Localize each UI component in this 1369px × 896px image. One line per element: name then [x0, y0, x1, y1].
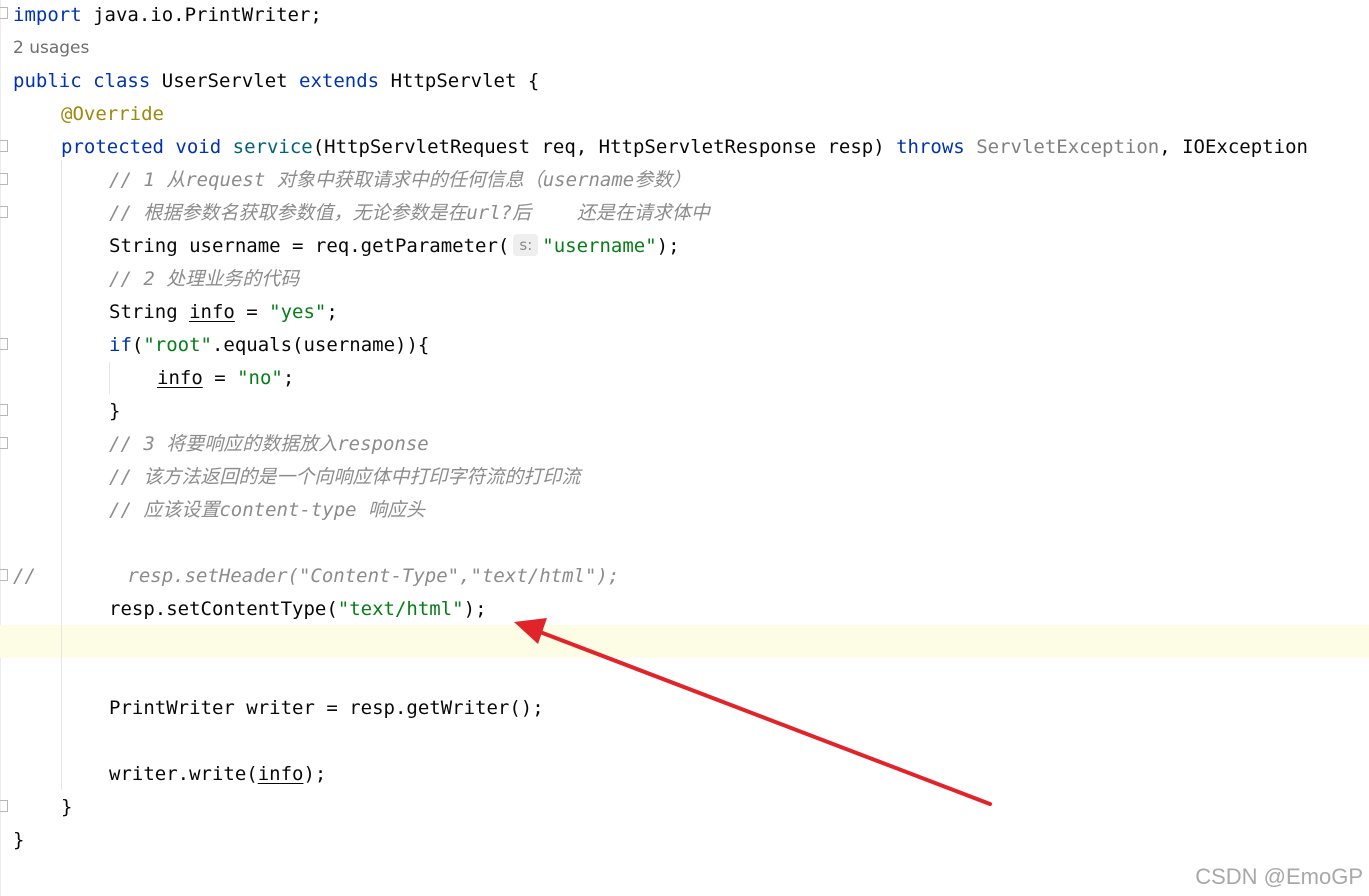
code-line-get-writer[interactable]: PrintWriter writer = resp.getWriter(); — [109, 692, 544, 725]
csdn-watermark: CSDN @EmoGP — [1195, 864, 1363, 889]
keyword-if: if — [109, 334, 132, 356]
parameter-name-hint: s: — [513, 234, 539, 256]
indent-guide — [109, 362, 110, 394]
keyword-protected: protected — [61, 136, 164, 158]
variable-info: info — [157, 367, 203, 389]
code-text: ); — [656, 235, 680, 257]
keyword-class: class — [93, 70, 151, 92]
code-text: resp.setContentType( — [109, 598, 338, 620]
comment-line[interactable]: // 2 处理业务的代码 — [109, 263, 299, 296]
exception-servlet: ServletException — [976, 136, 1160, 158]
override-annotation[interactable]: @Override — [61, 98, 164, 131]
code-line-if[interactable]: if("root".equals(username)){ — [109, 329, 429, 362]
keyword-throws: throws — [896, 136, 965, 158]
code-text: String username = req.getParameter( — [109, 235, 510, 257]
code-line-import[interactable]: import java.io.PrintWriter; — [13, 0, 322, 32]
usages-hint[interactable]: 2 usages — [13, 32, 89, 65]
comment-line[interactable]: // 该方法返回的是一个向响应体中打印字符流的打印流 — [109, 461, 580, 494]
indent-guide — [61, 160, 62, 790]
comment-line[interactable]: // 1 从request 对象中获取请求中的任何信息（username参数） — [109, 164, 691, 197]
code-line-method-signature[interactable]: protected void service(HttpServletReques… — [61, 131, 1308, 164]
fold-marker-icon[interactable] — [0, 437, 8, 449]
method-closing-brace[interactable]: } — [61, 791, 72, 824]
variable-info: info — [189, 301, 235, 323]
code-line-info-assign[interactable]: info = "no"; — [157, 362, 294, 395]
code-text: ; — [282, 367, 295, 389]
exception-io: , IOException — [1159, 136, 1308, 158]
closing-brace[interactable]: } — [109, 395, 120, 428]
string-literal: "no" — [237, 367, 283, 389]
method-params: (HttpServletRequest req, HttpServletResp… — [312, 136, 885, 158]
keyword-void: void — [175, 136, 222, 158]
code-text: ; — [326, 301, 338, 323]
import-path: java.io.PrintWriter; — [81, 4, 322, 26]
class-closing-brace[interactable]: } — [13, 824, 24, 857]
fold-marker-icon[interactable] — [0, 173, 8, 185]
fold-marker-icon[interactable] — [0, 140, 8, 152]
code-line-set-content-type[interactable]: resp.setContentType("text/html"); — [109, 593, 487, 626]
fold-marker-icon[interactable] — [0, 206, 8, 218]
parent-class: HttpServlet { — [390, 70, 540, 92]
fold-marker-icon[interactable] — [0, 7, 8, 19]
class-name: UserServlet — [161, 70, 288, 92]
string-literal: "yes" — [269, 301, 327, 323]
code-text: = — [234, 301, 270, 323]
code-text: .equals(username)){ — [211, 334, 430, 356]
fold-marker-icon[interactable] — [0, 800, 8, 812]
keyword-extends: extends — [299, 70, 380, 92]
fold-marker-icon[interactable] — [0, 569, 8, 581]
code-text: = — [202, 367, 238, 389]
keyword-public: public — [13, 70, 82, 92]
variable-info: info — [257, 763, 304, 785]
code-text: String — [109, 301, 190, 323]
code-line-get-parameter[interactable]: String username = req.getParameter(s: "us… — [109, 230, 680, 263]
method-name: service — [232, 136, 313, 158]
code-line-class-declaration[interactable]: public class UserServlet extends HttpSer… — [13, 65, 539, 98]
keyword-import: import — [13, 4, 82, 26]
code-line-info-declaration[interactable]: String info = "yes"; — [109, 296, 338, 329]
fold-marker-icon[interactable] — [0, 404, 8, 416]
comment-line[interactable]: // 3 将要响应的数据放入response — [109, 428, 429, 461]
code-text: ); — [303, 763, 327, 785]
commented-out-code[interactable]: // resp.setHeader("Content-Type","text/h… — [13, 560, 619, 593]
fold-marker-icon[interactable] — [0, 338, 8, 350]
code-editor[interactable]: import java.io.PrintWriter; 2 usages pub… — [0, 0, 1369, 896]
string-literal: "text/html" — [337, 598, 464, 620]
string-literal: "username" — [542, 235, 657, 257]
comment-line[interactable]: // 应该设置content-type 响应头 — [109, 494, 425, 527]
comment-line[interactable]: // 根据参数名获取参数值，无论参数是在url?后 还是在请求体中 — [109, 197, 710, 230]
code-text: ); — [463, 598, 487, 620]
code-text: ( — [131, 334, 144, 356]
code-text: writer.write( — [109, 763, 258, 785]
string-literal: "root" — [143, 334, 212, 356]
current-line-highlight — [0, 625, 1369, 658]
code-line-write[interactable]: writer.write(info); — [109, 758, 326, 791]
